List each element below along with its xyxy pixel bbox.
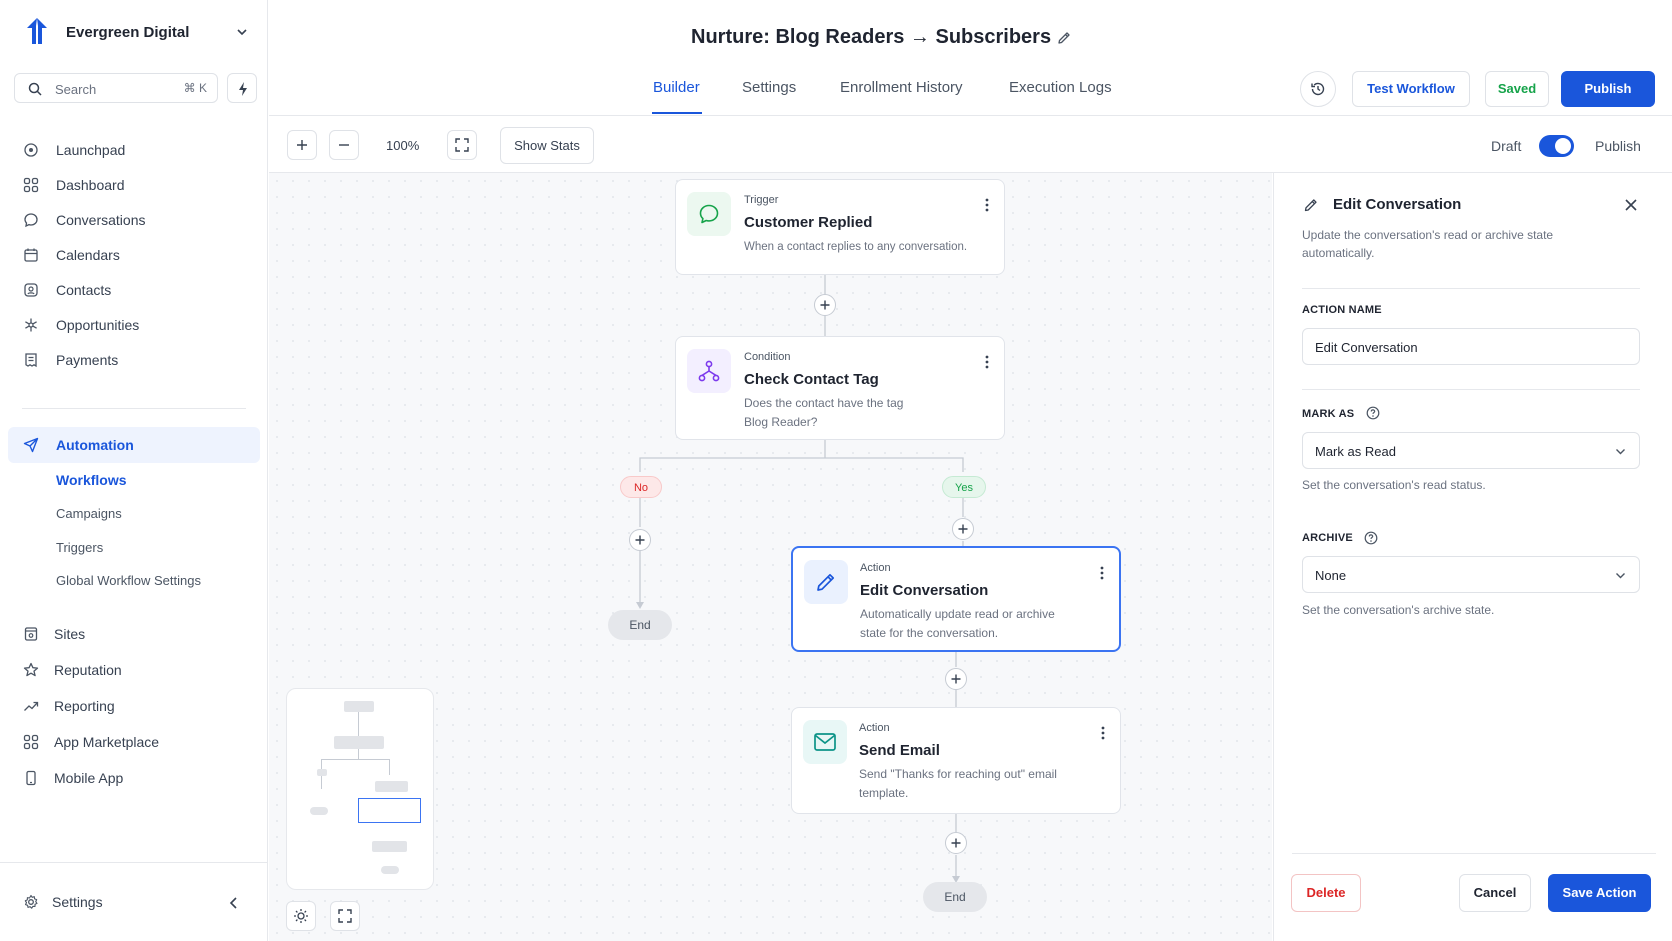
save-action-button[interactable]: Save Action xyxy=(1548,874,1651,912)
help-icon[interactable] xyxy=(1366,406,1380,420)
panel-title: Edit Conversation xyxy=(1333,196,1462,213)
mark-as-help: Set the conversation's read status. xyxy=(1302,478,1486,492)
minimap-node xyxy=(334,736,384,749)
pencil-icon xyxy=(804,560,848,604)
edit-conversation-node[interactable]: Action Edit Conversation Automatically u… xyxy=(791,546,1121,652)
minimap-edge xyxy=(321,759,389,760)
mark-as-value: Mark as Read xyxy=(1315,444,1396,459)
more-options-icon[interactable] xyxy=(984,197,990,213)
add-step-button[interactable] xyxy=(814,294,836,316)
node-description-line2: state for the conversation. xyxy=(860,626,999,640)
minimap[interactable] xyxy=(286,688,434,890)
condition-node[interactable]: Condition Check Contact Tag Does the con… xyxy=(675,336,1005,440)
more-options-icon[interactable] xyxy=(1099,565,1105,581)
node-description-line1: Send "Thanks for reaching out" email xyxy=(859,767,1057,781)
node-title: Edit Conversation xyxy=(860,582,989,599)
minimap-edge xyxy=(389,759,390,775)
theme-toggle-button[interactable] xyxy=(286,901,316,931)
chevron-down-icon xyxy=(1616,573,1625,579)
plus-icon xyxy=(951,838,961,848)
node-title: Check Contact Tag xyxy=(744,371,879,388)
minimap-node xyxy=(375,781,408,792)
help-icon[interactable] xyxy=(1364,531,1378,545)
node-description-line2: template. xyxy=(859,786,909,800)
plus-icon xyxy=(635,535,645,545)
panel-divider xyxy=(1302,389,1640,390)
archive-help: Set the conversation's archive state. xyxy=(1302,603,1495,617)
minimap-node xyxy=(310,807,328,815)
action-name-field[interactable]: Edit Conversation xyxy=(1302,328,1640,365)
add-step-button[interactable] xyxy=(945,832,967,854)
panel-divider xyxy=(1302,288,1640,289)
minimap-node xyxy=(344,701,374,712)
chevron-down-icon xyxy=(1616,449,1625,455)
archive-value: None xyxy=(1315,568,1347,583)
mark-as-label: MARK AS xyxy=(1302,408,1355,420)
branch-icon xyxy=(687,349,731,393)
node-description: When a contact replies to any conversati… xyxy=(744,241,968,253)
node-kind: Trigger xyxy=(744,194,779,206)
action-name-label: ACTION NAME xyxy=(1302,304,1382,316)
trigger-node[interactable]: Trigger Customer Replied When a contact … xyxy=(675,179,1005,275)
minimap-edge xyxy=(358,749,359,759)
plus-icon xyxy=(951,674,961,684)
minimap-viewport[interactable] xyxy=(358,798,421,823)
expand-icon xyxy=(338,909,352,923)
add-step-yes-button[interactable] xyxy=(952,518,974,540)
cancel-button[interactable]: Cancel xyxy=(1459,874,1531,912)
node-kind: Condition xyxy=(744,351,791,363)
envelope-icon xyxy=(803,720,847,764)
node-title: Customer Replied xyxy=(744,214,873,231)
pencil-icon xyxy=(1304,199,1317,212)
plus-icon xyxy=(958,524,968,534)
add-step-button[interactable] xyxy=(945,668,967,690)
minimap-node xyxy=(381,866,399,874)
archive-select[interactable]: None xyxy=(1302,556,1640,593)
node-description-line2: Blog Reader? xyxy=(744,415,818,429)
branch-no-badge[interactable]: No xyxy=(620,476,662,498)
end-node: End xyxy=(923,882,987,912)
archive-label: ARCHIVE xyxy=(1302,532,1353,544)
send-email-node[interactable]: Action Send Email Send "Thanks for reach… xyxy=(791,707,1121,814)
minimap-node xyxy=(372,841,407,852)
node-kind: Action xyxy=(860,562,891,574)
action-name-value: Edit Conversation xyxy=(1315,340,1418,355)
node-title: Send Email xyxy=(859,742,940,759)
node-description-line1: Automatically update read or archive xyxy=(860,607,1055,621)
close-icon[interactable] xyxy=(1624,198,1638,212)
plus-icon xyxy=(820,300,830,310)
more-options-icon[interactable] xyxy=(984,354,990,370)
minimap-edge xyxy=(358,712,359,736)
branch-yes-badge[interactable]: Yes xyxy=(942,476,986,498)
panel-footer-divider xyxy=(1292,853,1656,854)
node-kind: Action xyxy=(859,722,890,734)
node-description-line1: Does the contact have the tag xyxy=(744,396,904,410)
end-node-no: End xyxy=(608,610,672,640)
more-options-icon[interactable] xyxy=(1100,725,1106,741)
sun-icon xyxy=(294,909,308,923)
minimap-node xyxy=(317,769,327,776)
chat-bubble-icon xyxy=(687,192,731,236)
delete-button[interactable]: Delete xyxy=(1291,874,1361,912)
fullscreen-button[interactable] xyxy=(330,901,360,931)
mark-as-select[interactable]: Mark as Read xyxy=(1302,432,1640,469)
add-step-no-button[interactable] xyxy=(629,529,651,551)
panel-description: Update the conversation's read or archiv… xyxy=(1302,228,1554,260)
